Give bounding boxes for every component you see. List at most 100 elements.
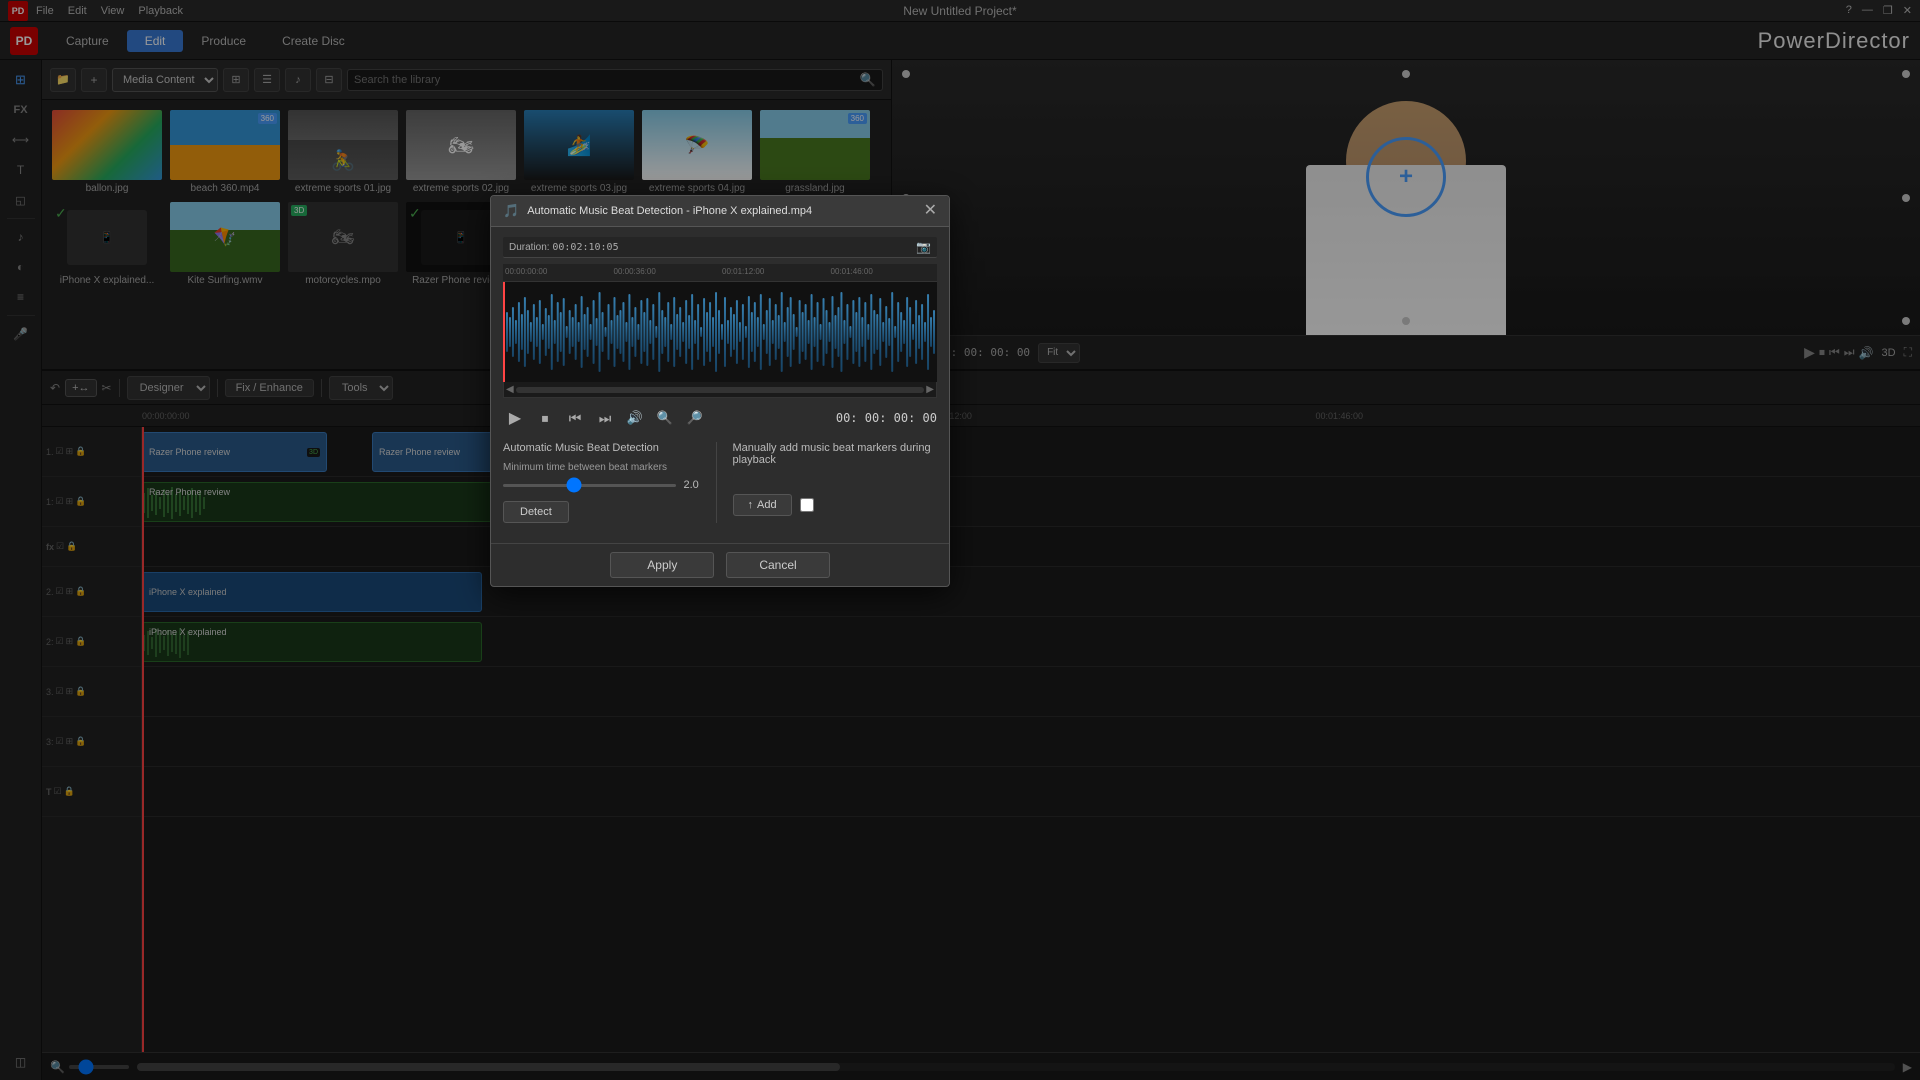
auto-detect-section: Automatic Music Beat Detection Minimum t…: [503, 442, 717, 523]
duration-label: Duration: 00:02:10:05: [509, 242, 619, 253]
tl-add-btn[interactable]: +↔: [65, 379, 96, 397]
waveform-scrollbar[interactable]: ◀ ▶: [503, 382, 937, 398]
track-clip-audio-1[interactable]: Razer Phone review: [142, 482, 532, 522]
media-label: beach 360.mp4: [170, 183, 280, 194]
tl-cut-btn[interactable]: ✂: [102, 381, 112, 395]
preview-volume-btn[interactable]: 🔊: [1859, 346, 1874, 360]
track-clip-audio-iphone[interactable]: iPhone X explained: [142, 622, 482, 662]
library-btn[interactable]: 📁: [50, 68, 76, 92]
list-item[interactable]: 📱 ✓ iPhone X explained...: [52, 202, 162, 286]
dlg-prev-btn[interactable]: ⏮: [563, 406, 587, 430]
view-grid-btn[interactable]: ⊞: [223, 68, 249, 92]
track-row-text: [142, 767, 1920, 817]
menu-file[interactable]: File: [36, 5, 54, 17]
sidebar-icon-mic[interactable]: 🎤: [5, 320, 37, 348]
sidebar-icon-titles[interactable]: T: [5, 156, 37, 184]
produce-mode-btn[interactable]: Produce: [183, 30, 264, 52]
list-item[interactable]: 🏍 extreme sports 02.jpg: [406, 110, 516, 194]
menu-view[interactable]: View: [101, 5, 125, 17]
list-item[interactable]: 360 grassland.jpg: [760, 110, 870, 194]
list-item[interactable]: 🚴 extreme sports 01.jpg: [288, 110, 398, 194]
track-row-3a: [142, 717, 1920, 767]
add-button[interactable]: ↑ Add: [733, 494, 792, 516]
list-item[interactable]: 🪂 extreme sports 04.jpg: [642, 110, 752, 194]
create-disc-mode-btn[interactable]: Create Disc: [264, 30, 363, 52]
track-row-1a: Razer Phone review: [142, 477, 1920, 527]
sidebar-icon-menu2[interactable]: ≡: [5, 283, 37, 311]
tools-dropdown[interactable]: Tools: [329, 376, 393, 400]
music-btn[interactable]: ♪: [285, 68, 311, 92]
dlg-play-btn[interactable]: ▶: [503, 406, 527, 430]
sidebar-icon-media[interactable]: ⊞: [5, 66, 37, 94]
search-icon[interactable]: 🔍: [860, 72, 876, 88]
dlg-next-btn[interactable]: ⏭: [593, 406, 617, 430]
media-label: iPhone X explained...: [52, 275, 162, 286]
beat-detection-dialog[interactable]: 🎵 Automatic Music Beat Detection - iPhon…: [490, 195, 950, 587]
cancel-button[interactable]: Cancel: [726, 552, 829, 578]
track-clip[interactable]: Razer Phone review 3D: [142, 432, 327, 472]
preview-panel: +: [892, 60, 1920, 369]
search-input[interactable]: [354, 74, 860, 86]
sidebar-icon-bottom[interactable]: ◫: [5, 1048, 37, 1076]
list-item[interactable]: 🏄 extreme sports 03.jpg: [524, 110, 634, 194]
scroll-left-btn[interactable]: ◀: [506, 384, 514, 395]
badge-360-grassland: 360: [848, 113, 867, 124]
designer-dropdown[interactable]: Designer: [127, 376, 210, 400]
help-btn[interactable]: ?: [1846, 4, 1852, 17]
filter-btn[interactable]: ⊟: [316, 68, 342, 92]
maximize-btn[interactable]: ❐: [1883, 4, 1893, 17]
detection-sections: Automatic Music Beat Detection Minimum t…: [503, 442, 937, 523]
preview-fullscreen-btn[interactable]: ⛶: [1904, 345, 1912, 360]
close-btn[interactable]: ✕: [1903, 4, 1912, 17]
thumb-ballon: [52, 110, 162, 180]
tl-undo-btn[interactable]: ↶: [50, 381, 60, 395]
capture-mode-btn[interactable]: Capture: [48, 30, 127, 52]
sidebar-icon-audio[interactable]: ♪: [5, 223, 37, 251]
zoom-icon[interactable]: 🔍: [50, 1060, 65, 1074]
detect-button[interactable]: Detect: [503, 501, 569, 523]
preview-stop-btn[interactable]: ⏹: [1819, 345, 1825, 360]
minimize-btn[interactable]: —: [1862, 4, 1873, 17]
beat-slider[interactable]: [503, 484, 676, 487]
fix-enhance-btn[interactable]: Fix / Enhance: [225, 379, 314, 397]
scroll-right-btn[interactable]: ▶: [1903, 1060, 1912, 1074]
preview-frame: +: [892, 60, 1920, 335]
sidebar-icon-pip[interactable]: ◱: [5, 186, 37, 214]
list-item[interactable]: 🪁 Kite Surfing.wmv: [170, 202, 280, 286]
add-checkbox[interactable]: [800, 498, 814, 512]
media-label: extreme sports 03.jpg: [524, 183, 634, 194]
preview-fit-dropdown[interactable]: Fit: [1038, 343, 1080, 363]
media-label: extreme sports 04.jpg: [642, 183, 752, 194]
timeline-zoom-slider[interactable]: [69, 1065, 129, 1069]
dlg-stop-btn[interactable]: ⏹: [533, 406, 557, 430]
list-item[interactable]: 🏍 3D motorcycles.mpo: [288, 202, 398, 286]
left-sidebar: ⊞ FX ⟷ T ◱ ♪ ◐ ≡ 🎤 ◫: [0, 60, 42, 1080]
menu-playback[interactable]: Playback: [138, 5, 183, 17]
sidebar-icon-color[interactable]: ◐: [5, 253, 37, 281]
preview-next-frame-btn[interactable]: ⏭: [1844, 345, 1855, 360]
track-clip-iphone[interactable]: iPhone X explained: [142, 572, 482, 612]
badge-360: 360: [258, 113, 277, 124]
clip-label-2: Razer Phone review: [379, 447, 460, 457]
dlg-zoom-in-btn[interactable]: 🔎: [683, 406, 707, 430]
view-list-btn[interactable]: ☰: [254, 68, 280, 92]
preview-prev-frame-btn[interactable]: ⏮: [1829, 345, 1840, 360]
capture-icon[interactable]: 📷: [916, 240, 931, 254]
add-media-btn[interactable]: +: [81, 68, 107, 92]
list-item[interactable]: 360 beach 360.mp4: [170, 110, 280, 194]
apply-button[interactable]: Apply: [610, 552, 714, 578]
track-header-3a: 3: ☑ ⊞ 🔒: [42, 717, 141, 767]
track-row-2a: iPhone X explained: [142, 617, 1920, 667]
menu-edit[interactable]: Edit: [68, 5, 87, 17]
sidebar-icon-fx[interactable]: FX: [5, 96, 37, 124]
scroll-right-btn[interactable]: ▶: [926, 384, 934, 395]
dialog-close-btn[interactable]: ✕: [924, 203, 937, 219]
list-item[interactable]: ballon.jpg: [52, 110, 162, 194]
edit-mode-btn[interactable]: Edit: [127, 30, 184, 52]
dlg-zoom-out-btn[interactable]: 🔍: [653, 406, 677, 430]
preview-play-btn[interactable]: ▶: [1804, 344, 1815, 361]
sidebar-icon-transitions[interactable]: ⟷: [5, 126, 37, 154]
media-label: extreme sports 01.jpg: [288, 183, 398, 194]
media-content-dropdown[interactable]: Media Content: [112, 68, 218, 92]
dlg-vol-btn[interactable]: 🔊: [623, 406, 647, 430]
